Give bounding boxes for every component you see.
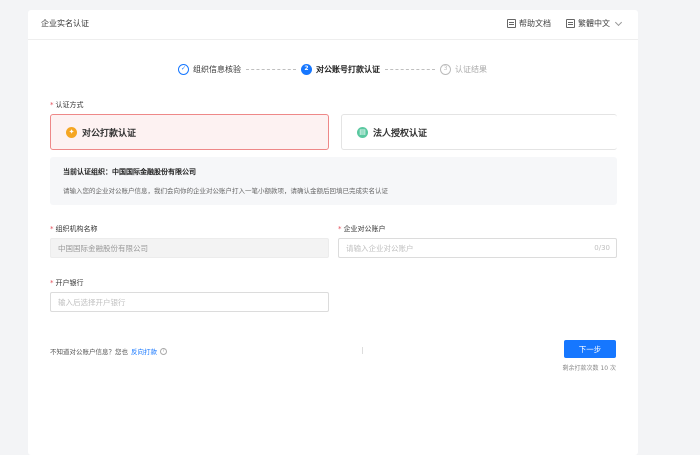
- card-header: 企业实名认证 帮助文档 繁體中文: [28, 10, 638, 40]
- main-card: 企业实名认证 帮助文档 繁體中文 ✓ 组织信息核验 2 对公账号打款认证 3 认…: [28, 10, 638, 455]
- help-docs-button[interactable]: 帮助文档: [507, 18, 551, 29]
- language-icon: [566, 19, 575, 28]
- required-mark: *: [50, 101, 54, 109]
- org-name-field: 中国国际金融股份有限公司: [50, 238, 329, 258]
- required-mark: *: [50, 279, 54, 287]
- method-bank-transfer[interactable]: ✦ 对公打款认证: [50, 114, 329, 150]
- language-label: 繁體中文: [578, 19, 610, 28]
- check-icon: ✓: [178, 63, 189, 75]
- reverse-transfer-link[interactable]: 反向打款: [131, 346, 157, 356]
- step-label: 认证结果: [455, 64, 487, 74]
- document-icon: ▤: [357, 126, 368, 138]
- account-label: * 企业对公账户: [338, 225, 386, 233]
- help-icon[interactable]: ?: [160, 347, 167, 355]
- account-input[interactable]: 请输入企业对公账户 0/30: [338, 238, 617, 258]
- divider: [362, 347, 363, 354]
- step-number: 3: [440, 63, 451, 75]
- chevron-down-icon: [614, 18, 623, 26]
- next-button[interactable]: 下一步: [564, 340, 616, 358]
- document-icon: [507, 19, 516, 28]
- lightbulb-icon: ✦: [66, 126, 77, 138]
- current-org: 当前认证组织：中国国际金融股份有限公司: [63, 168, 196, 176]
- remaining-attempts: 剩余打款次数 10 次: [562, 365, 616, 372]
- help-docs-label: 帮助文档: [519, 19, 551, 28]
- stepper: ✓ 组织信息核验 2 对公账号打款认证 3 认证结果: [178, 62, 487, 76]
- bank-input[interactable]: 输入后选择开户银行: [50, 292, 329, 312]
- reverse-transfer-hint: 不知道对公账户信息？您也 反向打款 ?: [50, 346, 167, 356]
- method-label-text: 对公打款认证: [82, 128, 137, 139]
- language-select[interactable]: 繁體中文: [566, 18, 623, 29]
- step-number: 2: [301, 63, 312, 75]
- step-bank-transfer: 2 对公账号打款认证: [301, 63, 380, 75]
- method-label: * 认证方式: [50, 101, 84, 109]
- step-label: 对公账号打款认证: [316, 64, 380, 74]
- info-description: 请输入您的企业对公账户信息，我们会向你的企业对公账户打入一笔小额款项，请确认金额…: [63, 187, 388, 195]
- method-legal-auth[interactable]: ▤ 法人授权认证: [341, 114, 617, 150]
- step-divider: [246, 68, 296, 70]
- step-result: 3 认证结果: [440, 63, 487, 75]
- page-title: 企业实名认证: [41, 19, 89, 28]
- bank-label: * 开户银行: [50, 279, 84, 287]
- step-org-verify: ✓ 组织信息核验: [178, 63, 241, 75]
- required-mark: *: [338, 225, 342, 233]
- required-mark: *: [50, 225, 54, 233]
- step-label: 组织信息核验: [193, 64, 241, 74]
- step-divider: [385, 68, 435, 70]
- org-name-label: * 组织机构名称: [50, 225, 98, 233]
- char-count: 0/30: [594, 244, 610, 252]
- info-panel: 当前认证组织：中国国际金融股份有限公司 请输入您的企业对公账户信息，我们会向你的…: [50, 157, 617, 205]
- method-label-text: 法人授权认证: [373, 128, 428, 139]
